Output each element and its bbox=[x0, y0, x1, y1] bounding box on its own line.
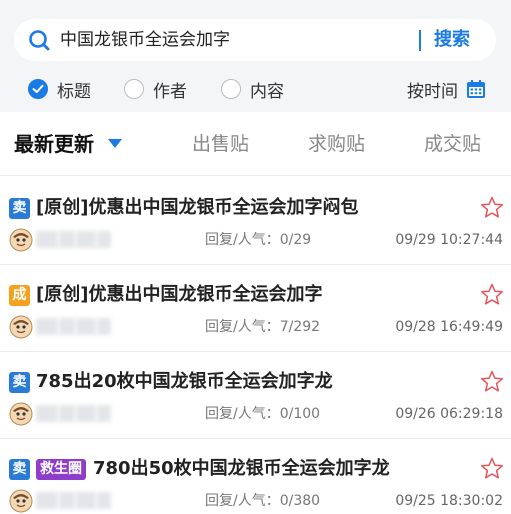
list-item[interactable]: 卖 救生圈 780出50枚中国龙银币全运会加字龙 回复/人气：0/380 09/… bbox=[0, 439, 511, 514]
tab-buy[interactable]: 求购贴 bbox=[308, 112, 365, 176]
tab-sell[interactable]: 出售贴 bbox=[192, 112, 249, 176]
reply-popularity-stats: 回复/人气：0/380 bbox=[205, 493, 321, 509]
post-title[interactable]: 780出50枚中国龙银币全运会加字龙 bbox=[93, 455, 468, 483]
post-time: 09/25 18:30:02 bbox=[395, 493, 503, 509]
star-icon[interactable] bbox=[480, 457, 504, 480]
sort-by-time-label: 按时间 bbox=[407, 81, 458, 102]
filter-title-label: 标题 bbox=[57, 81, 91, 102]
filter-author-radio[interactable]: 作者 bbox=[124, 74, 187, 104]
star-icon[interactable] bbox=[480, 196, 504, 219]
post-time: 09/29 10:27:44 bbox=[395, 232, 503, 248]
post-title[interactable]: [原创]优惠出中国龙银币全运会加字闷包 bbox=[36, 194, 466, 222]
search-panel: 搜索 标题 作者 内容 按时间 bbox=[0, 0, 511, 112]
avatar[interactable] bbox=[9, 228, 33, 252]
search-button[interactable]: 搜索 bbox=[434, 19, 470, 61]
avatar[interactable] bbox=[9, 489, 33, 513]
star-icon[interactable] bbox=[480, 283, 504, 306]
reply-popularity-stats: 回复/人气：0/100 bbox=[205, 406, 321, 422]
filter-content-label: 内容 bbox=[250, 81, 284, 102]
check-icon bbox=[28, 79, 48, 99]
radio-empty-icon bbox=[221, 79, 241, 99]
post-list: 卖 [原创]优惠出中国龙银币全运会加字闷包 回复/人气：0/29 09/29 1… bbox=[0, 178, 511, 514]
search-input[interactable] bbox=[60, 19, 410, 61]
list-item[interactable]: 卖 785出20枚中国龙银币全运会加字龙 回复/人气：0/100 09/26 0… bbox=[0, 352, 511, 439]
list-item[interactable]: 卖 [原创]优惠出中国龙银币全运会加字闷包 回复/人气：0/29 09/29 1… bbox=[0, 178, 511, 265]
author-name-blurred bbox=[36, 405, 112, 422]
reply-popularity-stats: 回复/人气：7/292 bbox=[205, 319, 321, 335]
filter-title-radio[interactable]: 标题 bbox=[28, 74, 91, 104]
tab-latest[interactable]: 最新更新 bbox=[14, 112, 94, 176]
avatar[interactable] bbox=[9, 402, 33, 426]
list-item[interactable]: 成 [原创]优惠出中国龙银币全运会加字 回复/人气：7/292 09/28 16… bbox=[0, 265, 511, 352]
search-box[interactable]: 搜索 bbox=[14, 19, 496, 61]
filter-row: 标题 作者 内容 按时间 bbox=[0, 74, 511, 104]
filter-author-label: 作者 bbox=[153, 81, 187, 102]
tab-deal[interactable]: 成交贴 bbox=[424, 112, 481, 176]
star-icon[interactable] bbox=[480, 370, 504, 393]
radio-empty-icon bbox=[124, 79, 144, 99]
post-time: 09/26 06:29:18 bbox=[395, 406, 503, 422]
post-type-badge: 成 bbox=[9, 285, 30, 306]
post-type-badge: 卖 bbox=[9, 198, 30, 219]
search-divider bbox=[419, 30, 421, 51]
search-icon bbox=[29, 30, 50, 51]
lifebuoy-badge: 救生圈 bbox=[36, 459, 86, 480]
author-name-blurred bbox=[36, 231, 112, 248]
post-type-badge: 卖 bbox=[9, 459, 30, 480]
calendar-icon bbox=[467, 80, 485, 98]
post-time: 09/28 16:49:49 bbox=[395, 319, 503, 335]
reply-popularity-stats: 回复/人气：0/29 bbox=[205, 232, 312, 248]
avatar[interactable] bbox=[9, 315, 33, 339]
post-title[interactable]: [原创]优惠出中国龙银币全运会加字 bbox=[36, 281, 466, 309]
filter-content-radio[interactable]: 内容 bbox=[221, 74, 284, 104]
post-title[interactable]: 785出20枚中国龙银币全运会加字龙 bbox=[36, 368, 466, 396]
post-type-badge: 卖 bbox=[9, 372, 30, 393]
author-name-blurred bbox=[36, 318, 112, 335]
tab-bar: 最新更新 出售贴 求购贴 成交贴 bbox=[0, 112, 511, 176]
author-name-blurred bbox=[36, 492, 112, 509]
caret-down-icon[interactable] bbox=[108, 139, 122, 149]
sort-by-time-button[interactable]: 按时间 bbox=[407, 74, 486, 104]
